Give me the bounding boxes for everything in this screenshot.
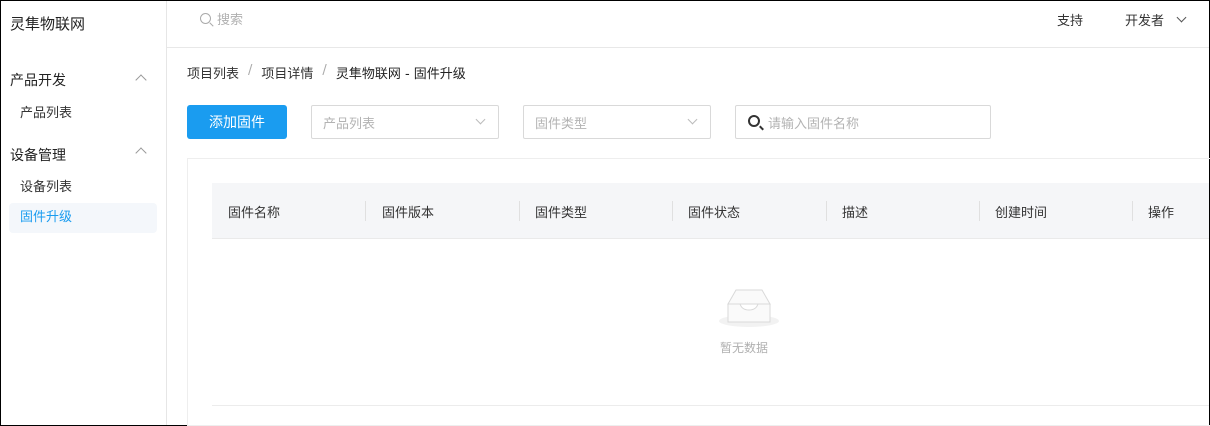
firmware-name-placeholder: 请输入固件名称 [768, 117, 860, 132]
chevron-down-icon [475, 114, 486, 125]
table-header: 固件名称 固件版本 固件类型 固件状态 描述 创建时间 操作 [212, 183, 1209, 239]
breadcrumb-project-list[interactable]: 项目列表 [187, 63, 239, 82]
column-divider [672, 201, 673, 221]
global-search-input[interactable]: 搜索 [217, 9, 243, 28]
group-product-dev[interactable]: 产品开发 [10, 70, 66, 90]
sidebar-item-device-list[interactable]: 设备列表 [9, 173, 157, 203]
firmware-type-select[interactable]: 固件类型 [523, 105, 711, 139]
column-header-type: 固件类型 [535, 206, 588, 221]
column-divider [979, 201, 980, 221]
brand-title: 灵隼物联网 [10, 15, 86, 33]
breadcrumb-project-detail[interactable]: 项目详情 [261, 63, 313, 82]
chevron-up-icon[interactable] [135, 74, 147, 86]
developer-menu[interactable]: 开发者 [1125, 10, 1164, 29]
empty-inbox-icon [719, 289, 779, 327]
product-select[interactable]: 产品列表 [311, 105, 499, 139]
search-icon [200, 13, 211, 24]
firmware-name-search-input[interactable]: 请输入固件名称 [735, 105, 991, 139]
sidebar-item-product-list[interactable]: 产品列表 [9, 99, 157, 129]
search-icon [748, 115, 760, 127]
column-header-description: 描述 [842, 206, 869, 221]
sidebar: 灵隼物联网 产品开发 产品列表 设备管理 设备列表 固件升级 [1, 1, 167, 425]
chevron-up-icon[interactable] [135, 147, 147, 159]
column-header-actions: 操作 [1148, 206, 1175, 221]
column-header-created-time: 创建时间 [995, 206, 1048, 221]
support-link[interactable]: 支持 [1057, 10, 1083, 29]
firmware-type-placeholder: 固件类型 [535, 117, 588, 132]
empty-state-text: 暂无数据 [720, 341, 769, 355]
divider [212, 405, 1209, 406]
breadcrumb-current: 灵隼物联网 - 固件升级 [335, 67, 466, 82]
sidebar-item-firmware-upgrade[interactable]: 固件升级 [9, 203, 157, 233]
column-header-name: 固件名称 [228, 206, 281, 221]
chevron-down-icon[interactable] [1176, 12, 1187, 23]
group-device-mgmt[interactable]: 设备管理 [10, 145, 66, 165]
column-header-version: 固件版本 [382, 206, 435, 221]
column-divider [1132, 201, 1133, 221]
breadcrumb-separator: / [322, 63, 327, 78]
chevron-down-icon [687, 114, 698, 125]
product-select-placeholder: 产品列表 [323, 117, 376, 132]
add-firmware-button[interactable]: 添加固件 [187, 105, 287, 139]
column-divider [826, 201, 827, 221]
top-header: 搜索 支持 开发者 [167, 1, 1209, 48]
column-divider [365, 201, 366, 221]
column-header-status: 固件状态 [688, 206, 741, 221]
column-divider [519, 201, 520, 221]
breadcrumb: 项目列表 / 项目详情 / 灵隼物联网 - 固件升级 [187, 63, 466, 82]
breadcrumb-separator: / [248, 63, 253, 78]
